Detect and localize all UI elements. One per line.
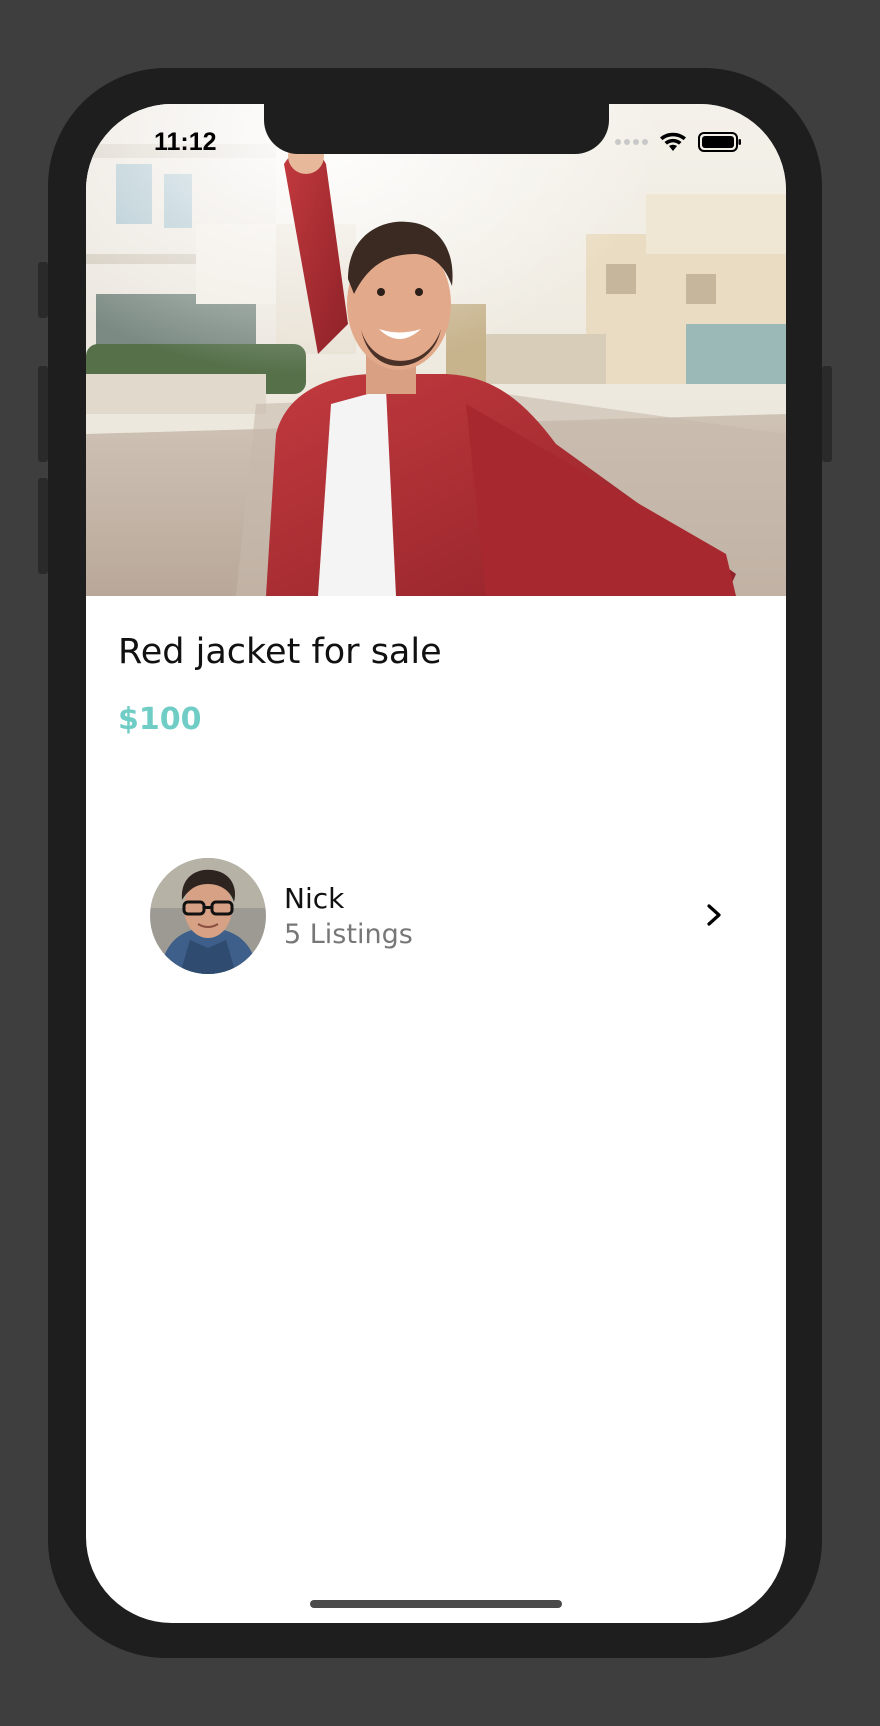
device-notch [264,104,609,154]
listing-title: Red jacket for sale [118,632,442,672]
phone-screen: 11:12 Red jacket for sale $100 Nick 5 Li… [86,104,786,1623]
cellular-signal-icon [615,139,648,145]
home-indicator[interactable] [310,1600,562,1608]
seller-name: Nick [284,882,345,915]
wifi-icon [660,132,686,151]
volume-down-button [38,478,48,574]
status-time: 11:12 [154,128,217,156]
volume-up-button [38,366,48,462]
listing-price: $100 [118,702,202,737]
seller-avatar [150,858,266,974]
chevron-right-icon[interactable] [700,900,730,930]
status-icons [615,130,742,154]
mute-switch [38,262,48,318]
seller-info: Nick 5 Listings [284,882,413,950]
man-in-red-jacket-selfie-photo [86,104,786,596]
seller-listing-count: 5 Listings [284,919,413,950]
seller-avatar-photo [150,858,266,974]
listing-photo[interactable] [86,104,786,596]
battery-icon [698,132,741,152]
power-button [822,366,832,462]
seller-row[interactable]: Nick 5 Listings [150,858,730,974]
